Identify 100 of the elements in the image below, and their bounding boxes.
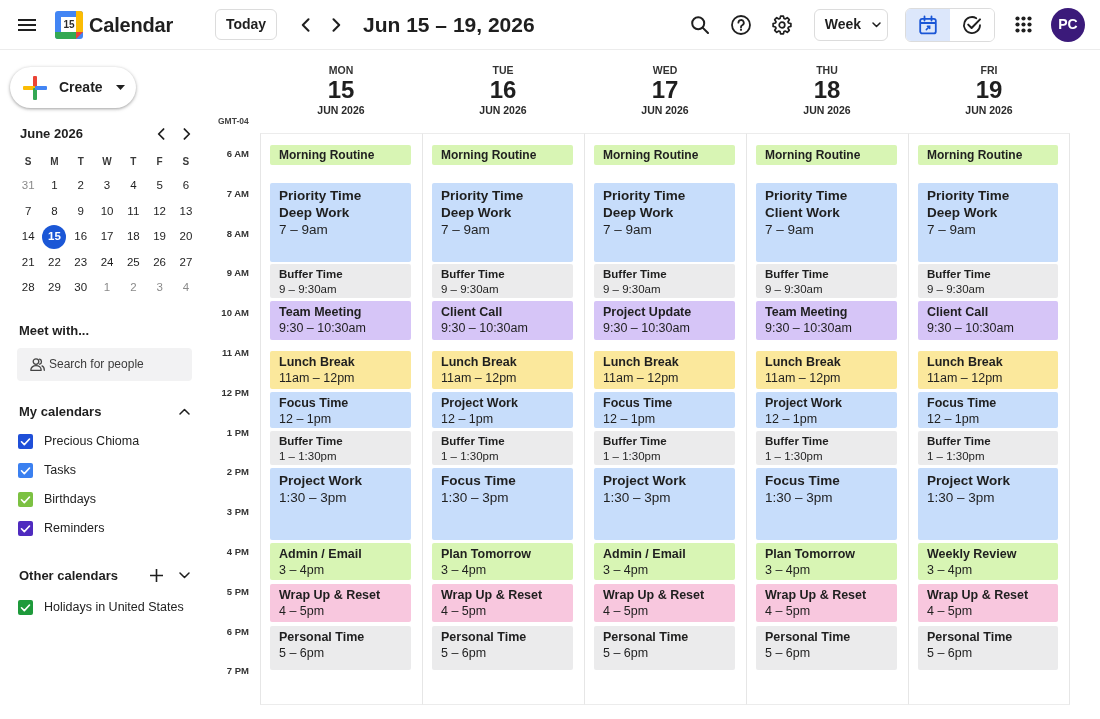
calendar-event[interactable]: Wrap Up & Reset 4 – 5pm: [270, 584, 411, 622]
calendar-event[interactable]: Morning Routine: [270, 145, 411, 165]
calendar-day[interactable]: 27: [173, 250, 198, 275]
calendar-day[interactable]: 15: [42, 224, 67, 249]
calendar-event[interactable]: Priority Time Deep Work 7 – 9am: [594, 183, 735, 262]
calendar-event[interactable]: Buffer Time 9 – 9:30am: [432, 264, 573, 298]
chevron-right-icon[interactable]: [183, 128, 191, 140]
calendar-event[interactable]: Admin / Email 3 – 4pm: [594, 543, 735, 580]
calendar-day[interactable]: 2: [121, 275, 146, 300]
chevron-up-icon[interactable]: [179, 408, 190, 415]
calendar-event[interactable]: Wrap Up & Reset 4 – 5pm: [756, 584, 897, 622]
calendar-event[interactable]: Buffer Time 1 – 1:30pm: [756, 431, 897, 465]
calendar-day[interactable]: 9: [68, 199, 93, 224]
calendar-day[interactable]: 1: [42, 173, 67, 198]
calendar-event[interactable]: Buffer Time 1 – 1:30pm: [270, 431, 411, 465]
chevron-right-icon[interactable]: [332, 17, 341, 32]
calendar-event[interactable]: Focus Time 12 – 1pm: [270, 392, 411, 428]
apps-grid-icon[interactable]: [1015, 16, 1032, 33]
chevron-left-icon[interactable]: [301, 17, 310, 32]
search-field[interactable]: Search for people: [17, 347, 192, 381]
calendar-event[interactable]: Priority Time Deep Work 7 – 9am: [918, 183, 1058, 262]
calendar-event[interactable]: Buffer Time 9 – 9:30am: [270, 264, 411, 298]
calendar-day[interactable]: 10: [95, 199, 120, 224]
calendar-event[interactable]: Project Work 1:30 – 3pm: [270, 468, 411, 540]
calendar-event[interactable]: Lunch Break 11am – 12pm: [756, 351, 897, 389]
calendar-event[interactable]: Project Update 9:30 – 10:30am: [594, 301, 735, 340]
calendar-day[interactable]: 21: [16, 250, 41, 275]
calendar-day[interactable]: 20: [173, 224, 198, 249]
create-button[interactable]: Create: [10, 67, 136, 108]
calendar-event[interactable]: Focus Time 1:30 – 3pm: [432, 468, 573, 540]
calendar-event[interactable]: Weekly Review 3 – 4pm: [918, 543, 1058, 580]
calendar-event[interactable]: Buffer Time 1 – 1:30pm: [918, 431, 1058, 465]
calendar-event[interactable]: Personal Time 5 – 6pm: [432, 626, 573, 670]
chevron-left-icon[interactable]: [157, 128, 165, 140]
checkbox[interactable]: [18, 520, 33, 536]
calendar-event[interactable]: Wrap Up & Reset 4 – 5pm: [918, 584, 1058, 622]
calendar-event[interactable]: Priority Time Deep Work 7 – 9am: [270, 183, 411, 262]
calendar-event[interactable]: Wrap Up & Reset 4 – 5pm: [594, 584, 735, 622]
calendar-event[interactable]: Admin / Email 3 – 4pm: [270, 543, 411, 580]
calendar-event[interactable]: Morning Routine: [756, 145, 897, 165]
calendar-day[interactable]: 14: [16, 224, 41, 249]
calendar-day[interactable]: 23: [68, 250, 93, 275]
settings-icon[interactable]: [772, 14, 792, 35]
calendar-day[interactable]: 30: [68, 275, 93, 300]
calendar-day[interactable]: 26: [147, 250, 172, 275]
checkbox[interactable]: [18, 491, 33, 507]
calendar-event[interactable]: Focus Time 12 – 1pm: [594, 392, 735, 428]
calendar-view-button[interactable]: [906, 8, 950, 41]
calendar-event[interactable]: Buffer Time 9 – 9:30am: [594, 264, 735, 298]
calendar-day[interactable]: 2: [68, 173, 93, 198]
checkbox[interactable]: [18, 462, 33, 478]
calendar-event[interactable]: Personal Time 5 – 6pm: [270, 626, 411, 670]
calendar-event[interactable]: Personal Time 5 – 6pm: [594, 626, 735, 670]
calendar-day[interactable]: 1: [95, 275, 120, 300]
avatar[interactable]: PC: [1051, 7, 1085, 42]
menu-icon[interactable]: [18, 18, 36, 31]
calendar-day[interactable]: 17: [95, 224, 120, 249]
calendar-day[interactable]: 7: [16, 199, 41, 224]
calendar-event[interactable]: Buffer Time 1 – 1:30pm: [594, 431, 735, 465]
calendar-event[interactable]: Team Meeting 9:30 – 10:30am: [756, 301, 897, 340]
calendar-event[interactable]: Buffer Time 1 – 1:30pm: [432, 431, 573, 465]
search-icon[interactable]: [691, 15, 709, 34]
calendar-day[interactable]: 24: [95, 250, 120, 275]
calendar-day[interactable]: 29: [42, 275, 67, 300]
calendar-day[interactable]: 28: [16, 275, 41, 300]
calendar-event[interactable]: Client Call 9:30 – 10:30am: [432, 301, 573, 340]
calendar-day[interactable]: 6: [173, 173, 198, 198]
calendar-event[interactable]: Project Work 1:30 – 3pm: [594, 468, 735, 540]
add-icon[interactable]: [150, 569, 163, 582]
calendar-event[interactable]: Personal Time 5 – 6pm: [918, 626, 1058, 670]
calendar-day[interactable]: 3: [147, 275, 172, 300]
calendar-day[interactable]: 16: [68, 224, 93, 249]
calendar-day[interactable]: 8: [42, 199, 67, 224]
calendar-day[interactable]: 18: [121, 224, 146, 249]
calendar-event[interactable]: Lunch Break 11am – 12pm: [432, 351, 573, 389]
calendar-event[interactable]: Project Work 1:30 – 3pm: [918, 468, 1058, 540]
calendar-event[interactable]: Plan Tomorrow 3 – 4pm: [432, 543, 573, 580]
today-button[interactable]: Today: [215, 9, 277, 40]
calendar-event[interactable]: Plan Tomorrow 3 – 4pm: [756, 543, 897, 580]
checkbox[interactable]: [18, 433, 33, 449]
calendar-day[interactable]: 3: [95, 173, 120, 198]
calendar-day[interactable]: 12: [147, 199, 172, 224]
help-icon[interactable]: [731, 14, 751, 35]
calendar-event[interactable]: Priority Time Deep Work 7 – 9am: [432, 183, 573, 262]
calendar-event[interactable]: Priority Time Client Work 7 – 9am: [756, 183, 897, 262]
checkbox[interactable]: [18, 599, 33, 615]
calendar-day[interactable]: 11: [121, 199, 146, 224]
calendar-event[interactable]: Focus Time 12 – 1pm: [918, 392, 1058, 428]
calendar-day[interactable]: 13: [173, 199, 198, 224]
calendar-event[interactable]: Project Work 12 – 1pm: [432, 392, 573, 428]
calendar-event[interactable]: Lunch Break 11am – 12pm: [270, 351, 411, 389]
calendar-event[interactable]: Wrap Up & Reset 4 – 5pm: [432, 584, 573, 622]
calendar-day[interactable]: 4: [121, 173, 146, 198]
calendar-event[interactable]: Lunch Break 11am – 12pm: [918, 351, 1058, 389]
calendar-event[interactable]: Personal Time 5 – 6pm: [756, 626, 897, 670]
calendar-event[interactable]: Morning Routine: [432, 145, 573, 165]
calendar-day[interactable]: 5: [147, 173, 172, 198]
calendar-day[interactable]: 25: [121, 250, 146, 275]
calendar-event[interactable]: Client Call 9:30 – 10:30am: [918, 301, 1058, 340]
calendar-event[interactable]: Morning Routine: [594, 145, 735, 165]
